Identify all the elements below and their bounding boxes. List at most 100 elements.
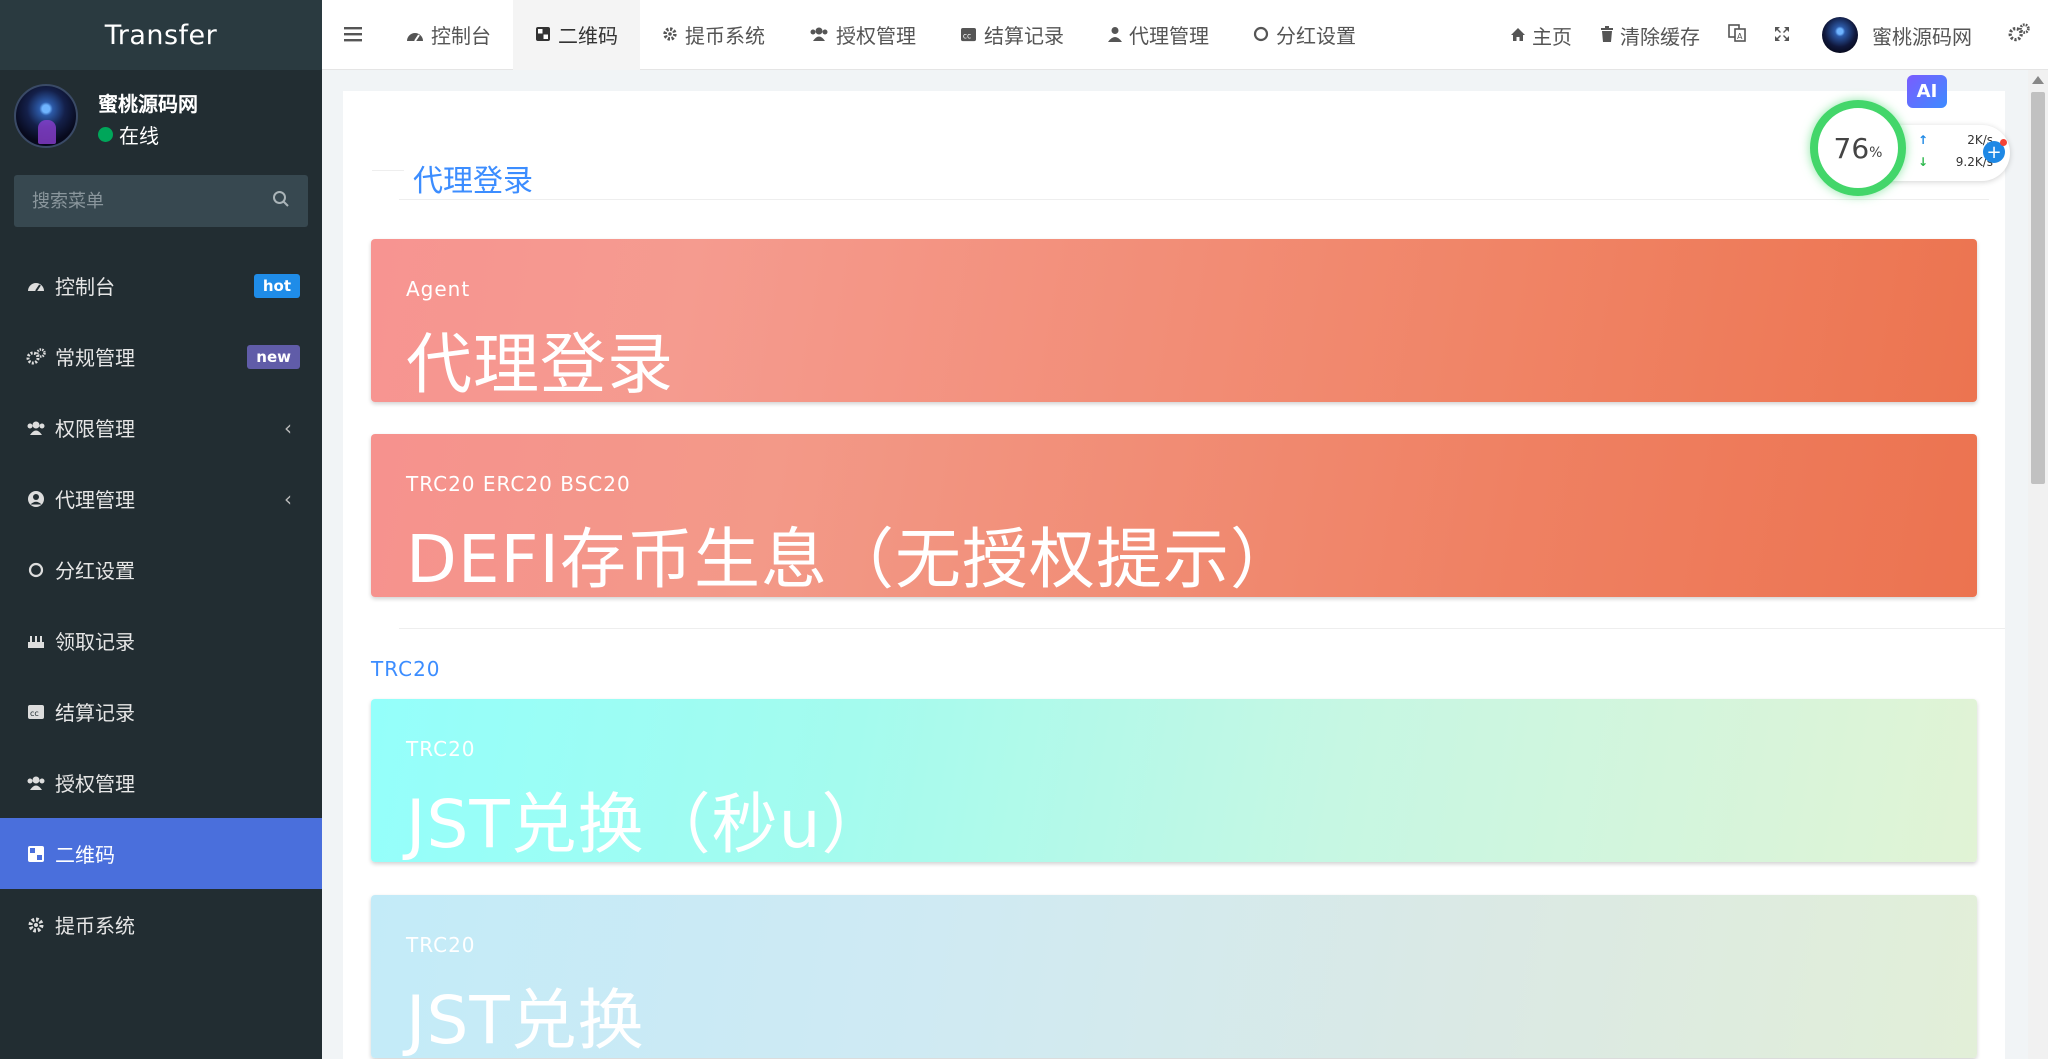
- card-title: 代理登录: [406, 326, 674, 403]
- jst-exchange-card[interactable]: TRC20 JST兑换: [371, 895, 1977, 1059]
- dashboard-icon: [25, 278, 47, 294]
- section-title: 代理登录: [413, 164, 533, 199]
- status-label: 在线: [119, 124, 159, 148]
- upload-speed: ↑ 2K/s: [1918, 133, 1993, 147]
- sidebar-item-authorization[interactable]: 授权管理: [0, 747, 322, 818]
- avatar: [1822, 17, 1858, 53]
- sidebar-item-label: 权限管理: [55, 417, 135, 441]
- sidebar-item-claims[interactable]: 领取记录: [0, 605, 322, 676]
- tab-dashboard[interactable]: 控制台: [384, 0, 513, 70]
- card-title: DEFI存币生息（无授权提示）: [406, 521, 1297, 598]
- svg-text:cc: cc: [30, 709, 39, 718]
- sidebar-item-label: 分红设置: [55, 559, 135, 583]
- divider: [399, 628, 2005, 629]
- hot-badge: hot: [253, 273, 300, 298]
- usage-percent: 76: [1833, 131, 1870, 165]
- percent-unit: %: [1869, 145, 1883, 161]
- dashboard-icon: [406, 23, 424, 47]
- card-subtitle: TRC20: [406, 737, 476, 761]
- circle-icon: [25, 562, 47, 578]
- qrcode-icon: [535, 23, 551, 47]
- user-menu[interactable]: 蜜桃源码网: [1804, 0, 1994, 70]
- cc-icon: cc: [960, 23, 977, 47]
- sidebar-item-general[interactable]: 常规管理 new: [0, 321, 322, 392]
- card-title: JST兑换: [406, 982, 645, 1059]
- home-icon: [1510, 23, 1526, 47]
- arrow-down-icon: ↓: [1918, 155, 1929, 169]
- tab-label: 结算记录: [984, 24, 1064, 48]
- tab-dividends[interactable]: 分红设置: [1231, 0, 1378, 70]
- tab-label: 代理管理: [1129, 24, 1209, 48]
- sidebar-item-agents[interactable]: 代理管理 ‹: [0, 463, 322, 534]
- circle-icon: [1253, 23, 1269, 47]
- app-logo[interactable]: Transfer: [0, 0, 322, 70]
- search-input[interactable]: [14, 190, 264, 212]
- svg-text:A: A: [1737, 32, 1743, 41]
- sidebar-item-qrcode[interactable]: 二维码: [0, 818, 322, 889]
- agent-login-card[interactable]: Agent 代理登录: [371, 239, 1977, 403]
- user-circle-icon: [25, 490, 47, 508]
- sidebar-item-label: 代理管理: [55, 488, 135, 512]
- users-icon: [25, 420, 47, 436]
- cogs-icon: [2008, 22, 2030, 48]
- new-badge: new: [247, 344, 300, 369]
- translate-button[interactable]: A: [1714, 0, 1760, 70]
- jst-exchange-instant-card[interactable]: TRC20 JST兑换（秒u）: [371, 699, 1977, 863]
- hamburger-icon: [344, 23, 362, 47]
- tab-agents[interactable]: 代理管理: [1086, 0, 1231, 70]
- menu-toggle-button[interactable]: [322, 0, 384, 70]
- arrow-up-icon: ↑: [1918, 133, 1929, 147]
- scrollbar-thumb[interactable]: [2031, 92, 2045, 484]
- scroll-up-icon[interactable]: [2032, 76, 2044, 84]
- sidebar: Transfer 蜜桃源码网 在线 控制台 hot 常规管理 new 权限管理 …: [0, 0, 322, 1059]
- cake-icon: [25, 633, 47, 649]
- trash-icon: [1600, 23, 1614, 47]
- sidebar-item-label: 二维码: [55, 843, 115, 867]
- plus-icon[interactable]: +: [1983, 139, 2007, 163]
- tab-authorization[interactable]: 授权管理: [787, 0, 938, 70]
- sidebar-menu: 控制台 hot 常规管理 new 权限管理 ‹ 代理管理 ‹ 分红设置 领取记录…: [0, 250, 322, 960]
- user-panel: 蜜桃源码网 在线: [0, 70, 322, 170]
- sidebar-item-dividends[interactable]: 分红设置: [0, 534, 322, 605]
- fullscreen-button[interactable]: [1760, 0, 1804, 70]
- card-subtitle: Agent: [406, 277, 471, 301]
- cogs-icon: [25, 347, 47, 366]
- user-status: 在线: [98, 120, 159, 149]
- chevron-left-icon: ‹: [284, 486, 292, 511]
- sidebar-item-withdraw[interactable]: 提币系统: [0, 889, 322, 960]
- network-speed-widget[interactable]: 76% ↑ 2K/s ↓ 9.2K/s +: [1810, 100, 2018, 200]
- sidebar-item-dashboard[interactable]: 控制台 hot: [0, 250, 322, 321]
- content-panel: 代理登录 Agent 代理登录 TRC20 ERC20 BSC20 DEFI存币…: [343, 91, 2005, 1059]
- tab-qrcode[interactable]: 二维码: [513, 0, 640, 70]
- tab-settlements[interactable]: cc 结算记录: [938, 0, 1086, 70]
- tab-withdraw[interactable]: 提币系统: [640, 0, 787, 70]
- user-name: 蜜桃源码网: [98, 92, 198, 116]
- defi-card[interactable]: TRC20 ERC20 BSC20 DEFI存币生息（无授权提示）: [371, 434, 1977, 598]
- scrollbar[interactable]: [2028, 70, 2048, 1059]
- top-navbar: 控制台 二维码 提币系统 授权管理 cc 结算记录 代理管理 分红设置 主页 清…: [322, 0, 2048, 70]
- sidebar-item-label: 结算记录: [55, 701, 135, 725]
- expand-icon: [1774, 23, 1790, 47]
- search-icon[interactable]: [272, 190, 290, 212]
- cc-icon: cc: [25, 704, 47, 720]
- card-subtitle: TRC20 ERC20 BSC20: [406, 472, 631, 496]
- gear-icon: [25, 916, 47, 934]
- sidebar-item-settlements[interactable]: cc 结算记录: [0, 676, 322, 747]
- memory-usage-ring: 76%: [1810, 100, 1906, 196]
- sidebar-item-label: 常规管理: [55, 346, 135, 370]
- card-subtitle: TRC20: [406, 933, 476, 957]
- settings-button[interactable]: [1994, 0, 2048, 70]
- divider: [399, 199, 1989, 200]
- sidebar-item-permissions[interactable]: 权限管理 ‹: [0, 392, 322, 463]
- divider: [372, 170, 404, 171]
- clear-cache-label: 清除缓存: [1620, 24, 1700, 49]
- user-name: 蜜桃源码网: [1872, 24, 1972, 49]
- users-icon: [809, 23, 829, 47]
- home-link[interactable]: 主页: [1496, 0, 1586, 70]
- card-title: JST兑换（秒u）: [406, 786, 889, 863]
- online-dot-icon: [98, 127, 113, 142]
- sidebar-item-label: 授权管理: [55, 772, 135, 796]
- clear-cache-button[interactable]: 清除缓存: [1586, 0, 1714, 70]
- translate-icon: A: [1728, 23, 1746, 47]
- download-speed: ↓ 9.2K/s: [1918, 155, 1993, 169]
